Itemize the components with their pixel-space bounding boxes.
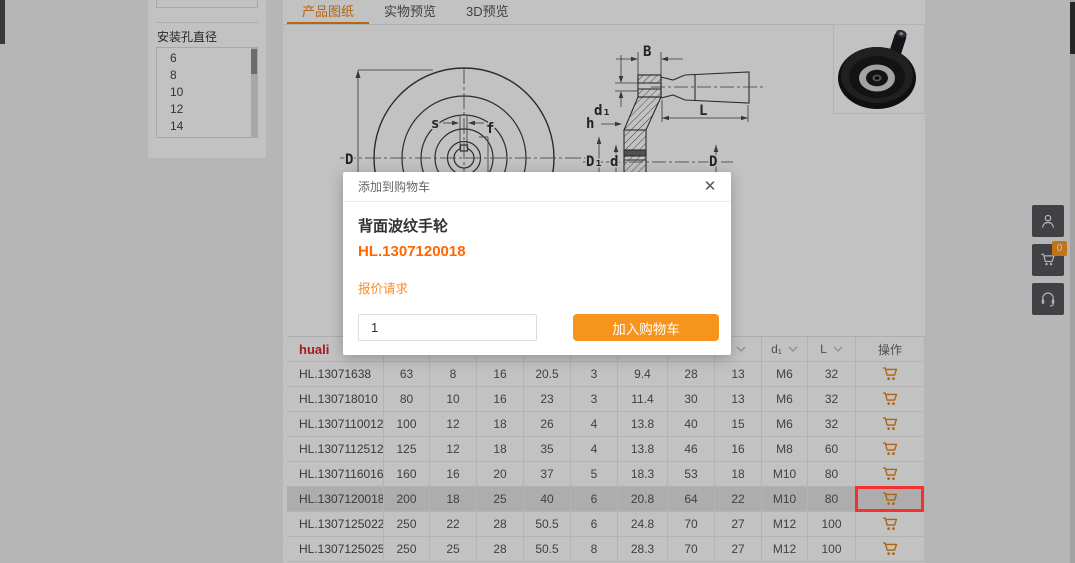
modal-header-title: 添加到购物车 [358, 180, 430, 194]
quote-request-link[interactable]: 报价请求 [358, 278, 408, 297]
product-code: HL.1307120018 [358, 243, 716, 260]
add-to-cart-modal: 添加到购物车 ✕ 背面波纹手轮 HL.1307120018 报价请求 加入购物车 [343, 172, 731, 355]
modal-header: 添加到购物车 ✕ [343, 172, 731, 202]
close-icon: ✕ [704, 178, 717, 195]
add-to-cart-button[interactable]: 加入购物车 [573, 314, 719, 341]
modal-body: 背面波纹手轮 HL.1307120018 报价请求 加入购物车 [343, 202, 731, 341]
quantity-row: 加入购物车 [358, 314, 716, 341]
product-name: 背面波纹手轮 [358, 215, 716, 236]
quantity-input[interactable] [358, 314, 537, 341]
close-button[interactable]: ✕ [700, 172, 720, 202]
